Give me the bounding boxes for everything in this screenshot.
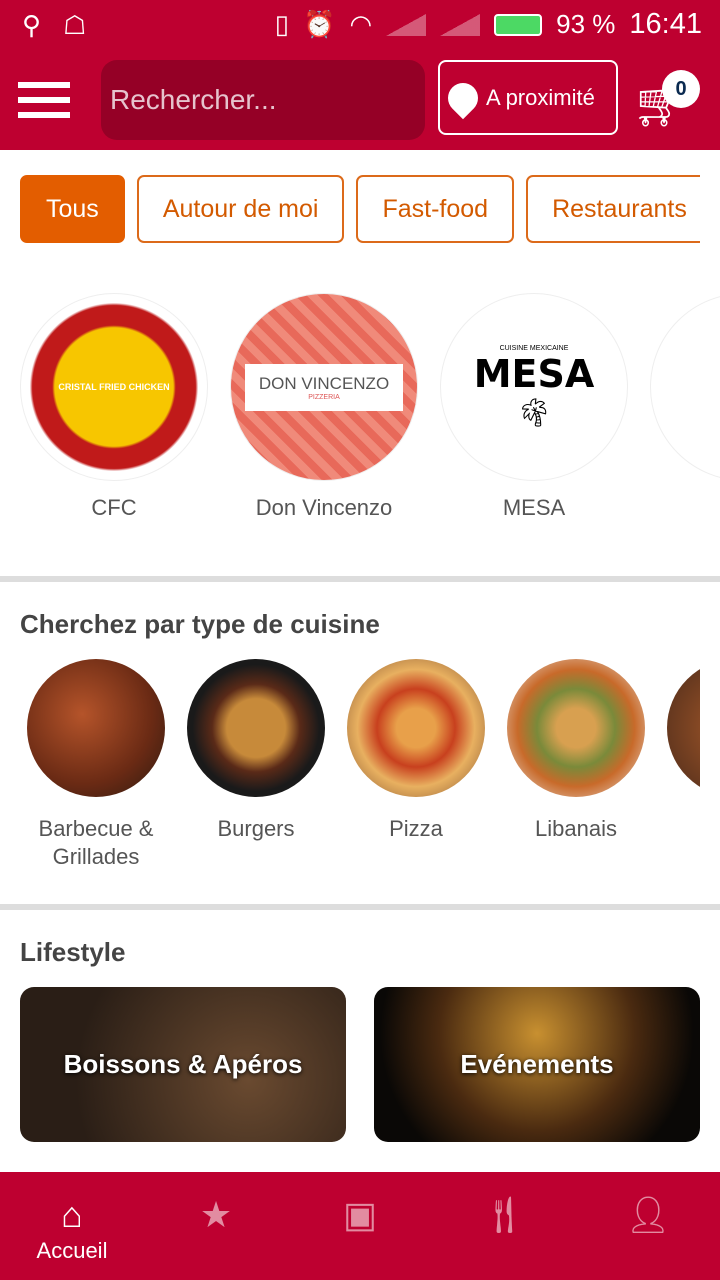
cuisine-image	[507, 659, 645, 797]
vibrate-icon: ▯	[274, 9, 290, 39]
restaurant-item[interactable]: CUISINE MEXICAINE MESA 🌴︎ MESA	[440, 293, 628, 521]
card-label: Evénements	[460, 1049, 614, 1079]
cuisine-image	[27, 659, 165, 797]
cuisine-item[interactable]: Libanais	[507, 659, 645, 843]
cuisine-label: Libanais	[535, 816, 617, 841]
cuisine-label: Po	[667, 815, 700, 843]
cuisine-item[interactable]: Barbecue & Grillades	[27, 659, 165, 871]
restaurant-name: Don Vincenzo	[255, 495, 393, 520]
restaurant-logo: DON VINCENZO PIZZERIA	[230, 293, 418, 481]
menu-icon[interactable]	[18, 82, 70, 118]
cuisine-label: Burgers	[217, 816, 295, 841]
signal-icon	[386, 13, 427, 36]
cuisine-image	[187, 659, 325, 797]
cuisine-item[interactable]: Burgers	[187, 659, 325, 843]
battery-icon	[494, 13, 543, 36]
signal-icon	[440, 13, 481, 36]
nav-label: Accueil	[36, 1238, 108, 1263]
wifi-icon: ◠	[349, 9, 373, 39]
cuisine-item[interactable]: Po	[667, 659, 700, 843]
lifestyle-card-events[interactable]: Evénements	[374, 987, 700, 1142]
restaurant-logo: CRISTAL FRIED CHICKEN	[20, 293, 208, 481]
bottom-nav: ⌂ Accueil ★ ▣ 🍴︎ 👤︎	[0, 1172, 720, 1280]
cuisine-carousel: Barbecue & Grillades Burgers Pizza Libanais…	[27, 659, 700, 879]
battery-level: 93 %	[556, 9, 616, 39]
android-icon: ☖	[63, 10, 87, 40]
cuisine-label: Pizza	[389, 816, 443, 841]
restaurant-carousel: CRISTAL FRIED CHICKEN CFC DON VINCENZO PI…	[20, 293, 720, 523]
lifestyle-card-drinks[interactable]: Boissons & Apéros	[20, 987, 346, 1142]
nav-favorites[interactable]: ★	[144, 1172, 288, 1280]
restaurant-item[interactable]: DON VINCENZO PIZZERIA Don Vincenzo	[230, 293, 418, 521]
restaurant-item[interactable]: MV	[650, 293, 720, 521]
home-icon: ⌂	[61, 1194, 83, 1235]
chip-tous[interactable]: Tous	[20, 175, 125, 243]
chip-fast-food[interactable]: Fast-food	[356, 175, 515, 243]
cuisine-image	[347, 659, 485, 797]
chip-autour-de-moi[interactable]: Autour de moi	[136, 175, 345, 243]
cuisine-item[interactable]: Pizza	[347, 659, 485, 843]
nav-home[interactable]: ⌂ Accueil	[0, 1172, 144, 1280]
nearby-label: A proximité	[486, 84, 595, 110]
usb-icon: ⚲	[22, 10, 42, 40]
restaurant-item[interactable]: CRISTAL FRIED CHICKEN CFC	[20, 293, 208, 521]
restaurant-logo	[650, 293, 720, 481]
fork-drink-icon: 🍴︎	[481, 1194, 527, 1235]
star-icon: ★	[199, 1194, 233, 1235]
nav-food[interactable]: 🍴︎	[432, 1172, 576, 1280]
cart-count-badge: 0	[662, 70, 700, 108]
cuisine-label: Barbecue & Grillades	[38, 816, 154, 869]
nav-profile[interactable]: 👤︎	[576, 1172, 720, 1280]
restaurant-name: MESA	[502, 495, 566, 520]
card-label: Boissons & Apéros	[63, 1049, 303, 1079]
cuisine-title: Cherchez par type de cuisine	[20, 609, 380, 639]
restaurant-name: CFC	[91, 495, 137, 520]
nav-events[interactable]: ▣	[288, 1172, 432, 1280]
nearby-button[interactable]: A proximité	[438, 60, 618, 135]
status-bar: ⚲ ☖ ▯ ⏰ ◠ 93 % 16:41	[0, 0, 720, 52]
lifestyle-title: Lifestyle	[20, 937, 126, 967]
app-header: ⚲☖ ▯ ⏰ ◠ 93 % 16:41 A proximité 🛒︎ 0	[0, 0, 720, 150]
location-pin-icon	[441, 76, 485, 119]
cuisine-image	[667, 659, 700, 797]
calendar-icon: ▣	[342, 1194, 377, 1235]
divider	[0, 904, 720, 910]
user-icon: 👤︎	[625, 1194, 671, 1235]
divider	[0, 576, 720, 582]
search-input[interactable]	[101, 60, 425, 140]
restaurant-logo: CUISINE MEXICAINE MESA 🌴︎	[440, 293, 628, 481]
filter-chips: Tous Autour de moi Fast-food Restaurants	[20, 175, 700, 243]
restaurant-name: MV	[650, 495, 720, 521]
chip-restaurants[interactable]: Restaurants	[526, 175, 700, 243]
alarm-icon: ⏰	[303, 9, 336, 39]
clock: 16:41	[629, 8, 702, 40]
